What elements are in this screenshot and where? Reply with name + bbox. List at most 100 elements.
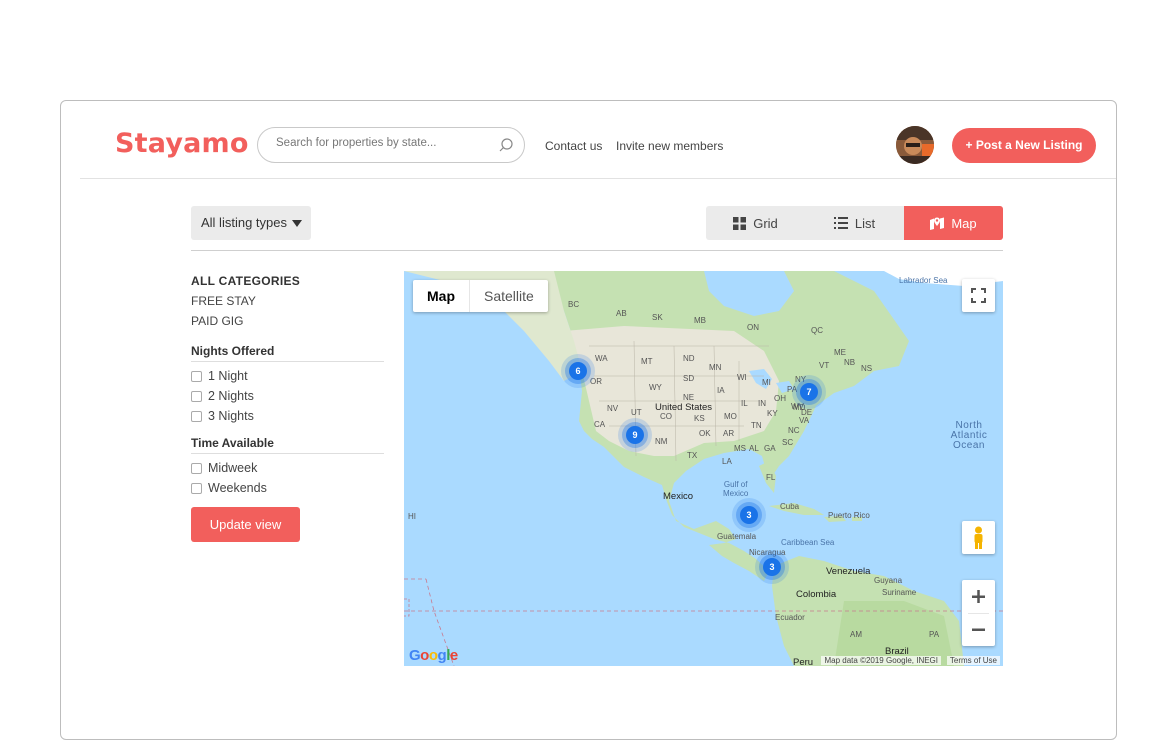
map-cluster-marker[interactable]: 3 bbox=[763, 558, 781, 576]
category-paid-gig[interactable]: PAID GIG bbox=[191, 314, 384, 334]
checkbox[interactable] bbox=[191, 390, 202, 402]
map-label: KY bbox=[767, 409, 778, 418]
nights-option[interactable]: 1 Night bbox=[191, 366, 384, 386]
list-view-label: List bbox=[854, 215, 876, 231]
map-label: TX bbox=[687, 451, 698, 460]
search-icon[interactable] bbox=[498, 137, 514, 153]
map-label: AM bbox=[850, 630, 862, 639]
map-label: Labrador Sea bbox=[899, 276, 948, 285]
header-divider bbox=[80, 178, 1116, 179]
map-label: SD bbox=[683, 374, 695, 383]
map-label: NY bbox=[795, 375, 807, 384]
ocean-line: Ocean bbox=[953, 440, 985, 451]
checkbox[interactable] bbox=[191, 410, 202, 422]
zoom-control bbox=[962, 580, 995, 646]
map-label: TN bbox=[751, 421, 762, 430]
pegman-icon bbox=[974, 526, 983, 549]
map-label: IL bbox=[741, 399, 748, 408]
category-all[interactable]: ALL CATEGORIES bbox=[191, 274, 384, 294]
zoom-in-button[interactable] bbox=[962, 580, 995, 613]
time-option[interactable]: Midweek bbox=[191, 458, 384, 478]
map-label-country: Ecuador bbox=[775, 613, 805, 622]
map-cluster-marker[interactable]: 3 bbox=[740, 506, 758, 524]
search-box[interactable] bbox=[257, 127, 525, 163]
map-label: BC bbox=[568, 300, 580, 309]
listing-type-dropdown[interactable]: All listing types bbox=[191, 206, 311, 240]
list-view-button[interactable]: List bbox=[805, 206, 904, 240]
map-terrain bbox=[404, 271, 1003, 666]
search-input[interactable] bbox=[276, 137, 491, 149]
nights-title: Nights Offered bbox=[191, 344, 384, 362]
checkbox[interactable] bbox=[191, 482, 202, 494]
logo[interactable]: Stayamo bbox=[115, 128, 249, 159]
nights-option[interactable]: 2 Nights bbox=[191, 386, 384, 406]
nav-invite-members[interactable]: Invite new members bbox=[616, 139, 723, 153]
map-label: PA bbox=[787, 385, 798, 394]
map-label: OK bbox=[699, 429, 711, 438]
terms-of-use-link[interactable]: Terms of Use bbox=[946, 656, 1000, 665]
content-divider bbox=[191, 250, 1003, 251]
map-label: KS bbox=[694, 414, 705, 423]
fullscreen-button[interactable] bbox=[962, 279, 995, 312]
map-label-country: Mexico bbox=[663, 491, 694, 502]
map-attribution: Map data ©2019 Google, INEGI bbox=[821, 656, 941, 665]
map-label: AB bbox=[616, 309, 627, 318]
grid-icon bbox=[733, 216, 747, 230]
map-type-satellite[interactable]: Satellite bbox=[469, 280, 548, 312]
category-free-stay[interactable]: FREE STAY bbox=[191, 294, 384, 314]
map-cluster-marker[interactable]: 7 bbox=[800, 383, 818, 401]
nav-contact-us[interactable]: Contact us bbox=[545, 139, 602, 153]
google-logo[interactable]: Google bbox=[409, 647, 458, 664]
list-icon bbox=[833, 217, 848, 229]
map-label-country: Venezuela bbox=[826, 566, 871, 577]
map-label-ocean: North Atlantic Ocean bbox=[944, 421, 994, 451]
nights-option[interactable]: 3 Nights bbox=[191, 406, 384, 426]
time-option-label: Midweek bbox=[208, 461, 258, 475]
checkbox[interactable] bbox=[191, 370, 202, 382]
map-label: SC bbox=[782, 438, 794, 447]
map-view[interactable]: Map Satellite Labrador Sea BC AB SK MB O… bbox=[404, 271, 1003, 666]
map-cluster-marker[interactable]: 9 bbox=[626, 426, 644, 444]
map-label: NS bbox=[861, 364, 873, 373]
map-label-country: Peru bbox=[793, 657, 814, 666]
map-label: AR bbox=[723, 429, 735, 438]
caret-down-icon bbox=[291, 220, 302, 228]
checkbox[interactable] bbox=[191, 462, 202, 474]
map-marker-icon bbox=[930, 217, 945, 230]
post-listing-button[interactable]: + Post a New Listing bbox=[952, 128, 1096, 163]
map-label: CO bbox=[660, 412, 672, 421]
street-view-pegman[interactable] bbox=[962, 521, 995, 554]
plus-icon bbox=[972, 590, 985, 603]
map-label: VT bbox=[819, 361, 830, 370]
map-label: MB bbox=[694, 316, 706, 325]
map-label: NE bbox=[683, 393, 695, 402]
listing-type-label: All listing types bbox=[201, 215, 287, 230]
map-type-map[interactable]: Map bbox=[413, 280, 469, 312]
map-label-country: Guatemala bbox=[717, 532, 757, 541]
map-label: NV bbox=[607, 404, 619, 413]
map-type-control: Map Satellite bbox=[413, 280, 548, 312]
grid-view-button[interactable]: Grid bbox=[706, 206, 805, 240]
map-view-button[interactable]: Map bbox=[904, 206, 1003, 240]
gulf-line: Mexico bbox=[723, 489, 749, 498]
update-view-button[interactable]: Update view bbox=[191, 507, 300, 542]
map-label: MT bbox=[641, 357, 653, 366]
avatar[interactable] bbox=[896, 126, 934, 164]
map-label: MO bbox=[724, 412, 737, 421]
map-cluster-marker[interactable]: 6 bbox=[569, 362, 587, 380]
view-toggle: Grid List Map bbox=[706, 206, 1003, 240]
nights-option-label: 3 Nights bbox=[208, 409, 254, 423]
map-label: OR bbox=[590, 377, 602, 386]
map-label: MN bbox=[709, 363, 722, 372]
map-label-country: Colombia bbox=[796, 589, 837, 600]
time-option-label: Weekends bbox=[208, 481, 267, 495]
map-label: FL bbox=[766, 473, 776, 482]
map-label-country: Nicaragua bbox=[749, 548, 786, 557]
zoom-out-button[interactable] bbox=[962, 613, 995, 646]
map-view-label: Map bbox=[951, 215, 977, 231]
map-label: ME bbox=[834, 348, 846, 357]
time-option[interactable]: Weekends bbox=[191, 478, 384, 498]
fullscreen-icon bbox=[971, 288, 986, 303]
map-label: OH bbox=[774, 394, 786, 403]
map-label: CA bbox=[594, 420, 606, 429]
